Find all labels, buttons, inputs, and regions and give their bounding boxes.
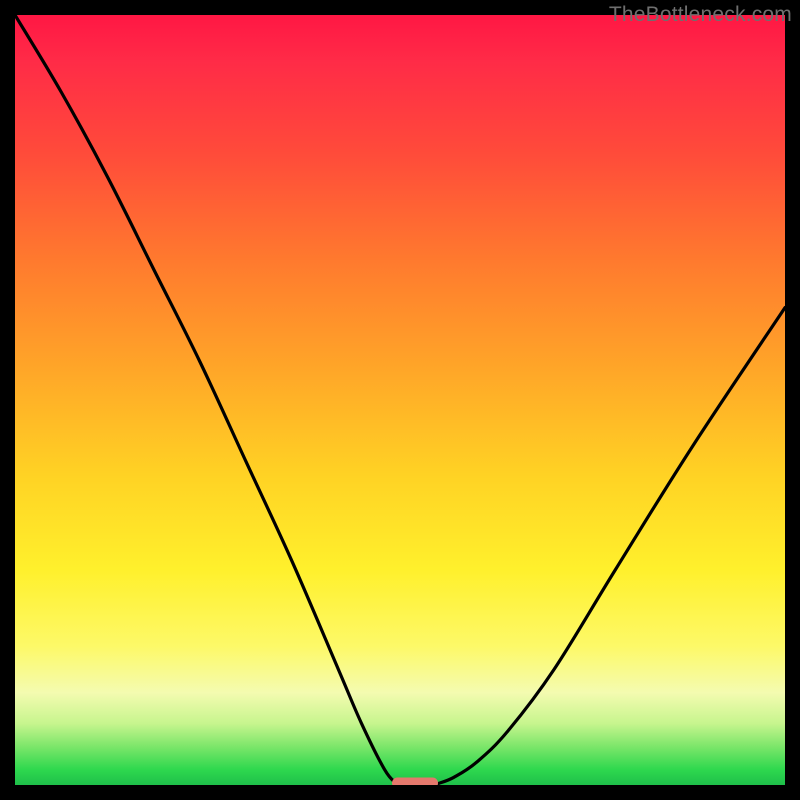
optimal-marker [392,778,438,785]
bottleneck-curves [15,15,785,785]
curve-left [15,15,396,783]
curve-right [439,308,786,784]
plot-area [15,15,785,785]
chart-frame: TheBottleneck.com [0,0,800,800]
watermark-text: TheBottleneck.com [609,3,792,27]
